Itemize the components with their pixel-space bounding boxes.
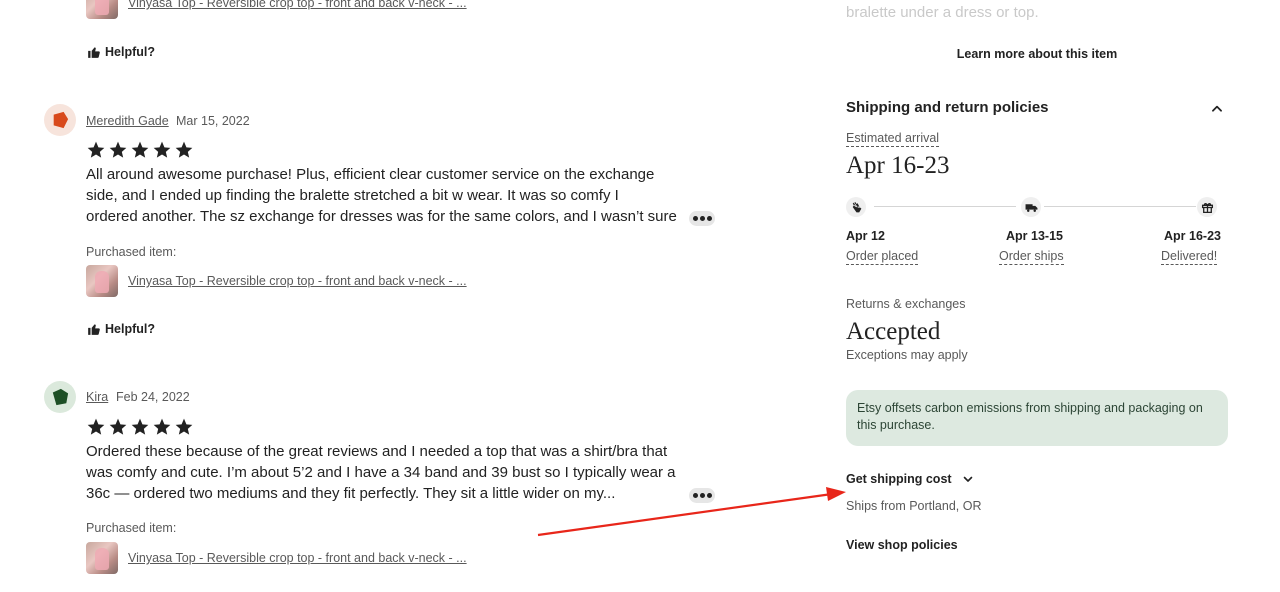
star-icon — [131, 418, 149, 435]
star-rating — [86, 417, 194, 437]
reviewer-name[interactable]: Meredith Gade — [86, 114, 169, 128]
purchased-item-link[interactable]: Vinyasa Top - Reversible crop top - fron… — [128, 274, 467, 288]
review-text-line: side, and I ended up finding the bralett… — [86, 187, 619, 204]
estimated-arrival-label[interactable]: Estimated arrival — [846, 131, 940, 147]
thumbs-up-icon — [88, 47, 100, 58]
helpful-button[interactable]: Helpful? — [87, 322, 155, 336]
star-icon — [87, 418, 105, 435]
timeline-date: Apr 16-23 — [1164, 229, 1221, 243]
review-text: All around awesome purchase! Plus, effic… — [86, 164, 684, 227]
chevron-down-icon — [963, 476, 972, 482]
description-faded-text: bralette under a dress or top. — [846, 4, 1039, 21]
view-shop-policies-link[interactable]: View shop policies — [846, 538, 958, 552]
purchased-item-link[interactable]: Vinyasa Top - Reversible crop top - fron… — [128, 551, 467, 565]
shipping-section-title[interactable]: Shipping and return policies — [846, 99, 1049, 116]
estimated-arrival-value: Apr 16-23 — [846, 152, 950, 179]
review-text-line: All around awesome purchase! Plus, effic… — [86, 166, 655, 183]
more-dot-icon — [692, 493, 698, 498]
purchased-item-label: Purchased item: — [86, 521, 177, 535]
star-icon — [131, 141, 149, 158]
purchased-item-thumbnail[interactable] — [86, 265, 118, 297]
more-dot-icon — [706, 493, 712, 498]
returns-label: Returns & exchanges — [846, 297, 966, 311]
more-dot-icon — [699, 216, 705, 221]
purchased-item-thumbnail[interactable] — [86, 0, 118, 19]
purchased-item-thumbnail[interactable] — [86, 542, 118, 574]
review-date: Feb 24, 2022 — [116, 390, 190, 404]
timeline-connector — [1044, 206, 1196, 207]
reviewer-avatar — [44, 381, 76, 413]
star-icon — [87, 141, 105, 158]
timeline-delivered[interactable]: Delivered! — [1161, 249, 1218, 265]
ships-from-text: Ships from Portland, OR — [846, 499, 982, 513]
star-icon — [153, 418, 171, 435]
chevron-up-icon[interactable] — [1210, 102, 1224, 116]
star-icon — [109, 141, 127, 158]
timeline-date: Apr 12 — [846, 229, 885, 243]
more-dot-icon — [692, 216, 698, 221]
timeline-date: Apr 13-15 — [1006, 229, 1063, 243]
review-text: Ordered these because of the great revie… — [86, 441, 684, 504]
timeline-connector — [874, 206, 1016, 207]
review-text-line: 36c — ordered two mediums and they fit p… — [86, 485, 616, 502]
more-dot-icon — [699, 493, 705, 498]
review-text-line: Ordered these because of the great revie… — [86, 443, 668, 460]
returns-note: Exceptions may apply — [846, 348, 968, 362]
expand-review-button[interactable] — [689, 488, 715, 503]
annotation-arrow-head — [826, 487, 846, 501]
star-icon — [153, 141, 171, 158]
purchased-item-link[interactable]: Vinyasa Top - Reversible crop top - fron… — [128, 0, 467, 10]
delivery-truck-icon — [1021, 197, 1041, 217]
star-rating — [86, 140, 194, 160]
avatar-shape-icon — [53, 111, 69, 129]
get-shipping-cost-label: Get shipping cost — [846, 472, 952, 486]
thumbs-up-icon — [88, 324, 100, 335]
star-icon — [109, 418, 127, 435]
review-text-line: ordered another. The sz exchange for dre… — [86, 208, 677, 225]
helpful-label: Helpful? — [105, 322, 155, 336]
purchased-item-label: Purchased item: — [86, 245, 177, 259]
helpful-label: Helpful? — [105, 45, 155, 59]
reviewer-avatar — [44, 104, 76, 136]
review-date: Mar 15, 2022 — [176, 114, 250, 128]
carbon-offset-note: Etsy offsets carbon emissions from shipp… — [846, 390, 1228, 446]
avatar-shape-icon — [52, 388, 69, 406]
timeline-order-placed[interactable]: Order placed — [846, 249, 919, 265]
reviews-section: Vinyasa Top - Reversible crop top - fron… — [0, 0, 760, 592]
returns-value: Accepted — [846, 318, 941, 345]
star-icon — [175, 141, 193, 158]
item-details-sidebar: bralette under a dress or top. Learn mor… — [846, 0, 1228, 592]
get-shipping-cost-button[interactable]: Get shipping cost — [846, 472, 974, 486]
more-dot-icon — [706, 216, 712, 221]
hand-wave-icon — [846, 197, 866, 217]
timeline-order-ships[interactable]: Order ships — [999, 249, 1064, 265]
helpful-button[interactable]: Helpful? — [87, 45, 155, 59]
gift-icon — [1197, 197, 1217, 217]
review-text-line: was comfy and cute. I’m about 5’2 and I … — [86, 464, 676, 481]
reviewer-name[interactable]: Kira — [86, 390, 108, 404]
star-icon — [175, 418, 193, 435]
learn-more-button[interactable]: Learn more about this item — [846, 47, 1228, 61]
expand-review-button[interactable] — [689, 211, 715, 226]
